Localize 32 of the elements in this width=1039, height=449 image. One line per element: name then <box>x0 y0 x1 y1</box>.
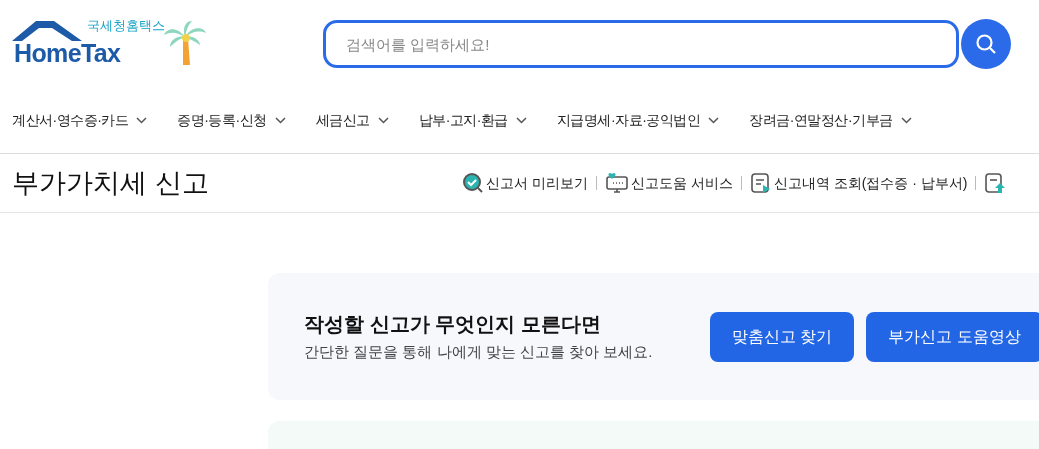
toolbar-link[interactable]: 신고도움 서비스 <box>604 172 733 194</box>
chevron-down-icon <box>136 117 148 124</box>
guide-title: 작성할 신고가 무엇인지 모른다면 <box>304 312 602 338</box>
house-roof-icon <box>12 19 84 43</box>
search-icon <box>975 33 997 55</box>
nav-menu-item[interactable]: 증명·등록·신청 <box>177 110 286 131</box>
nav-menu-item[interactable]: 납부·고지·환급 <box>418 110 527 131</box>
magnifier-check-icon <box>462 172 484 194</box>
chevron-down-icon <box>516 117 527 124</box>
search-button[interactable] <box>961 19 1011 69</box>
nav-menu-item[interactable]: 지급명세·자료·공익법인 <box>557 110 720 131</box>
toolbar-link[interactable]: 신고서 미리보기 <box>462 172 588 194</box>
guide-button[interactable]: 맞춤신고 찾기 <box>710 311 855 362</box>
document-play-icon <box>749 172 772 194</box>
nav-menu-item[interactable]: 장려금·연말정산·기부금 <box>749 110 912 131</box>
chevron-down-icon <box>377 117 389 124</box>
document-upload-icon <box>984 172 1007 194</box>
toolbar-link[interactable] <box>984 172 1007 194</box>
search-field[interactable]: 검색어를 입력하세요! <box>323 20 959 68</box>
chevron-down-icon <box>708 117 720 124</box>
page-title: 부가가치세 신고 <box>12 166 210 200</box>
logo-subtitle: 국세청홈택스 <box>87 19 165 32</box>
nav-menu-item[interactable]: 계산서·영수증·카드 <box>12 110 148 131</box>
guide-description: 간단한 질문을 통해 나에게 맞는 신고를 찾아 보세요. <box>304 342 654 363</box>
monitor-heart-icon <box>604 172 629 194</box>
nav-menu-item[interactable]: 세금신고 <box>315 110 389 131</box>
logo-text[interactable]: HomeTax <box>14 41 121 66</box>
guide-button[interactable]: 부가신고 도움영상 <box>866 311 1039 362</box>
chevron-down-icon <box>274 117 286 124</box>
palm-tree-icon <box>162 19 208 67</box>
toolbar-link[interactable]: 신고내역 조회(접수증 · 납부서) <box>749 172 968 194</box>
chevron-down-icon <box>900 117 912 124</box>
